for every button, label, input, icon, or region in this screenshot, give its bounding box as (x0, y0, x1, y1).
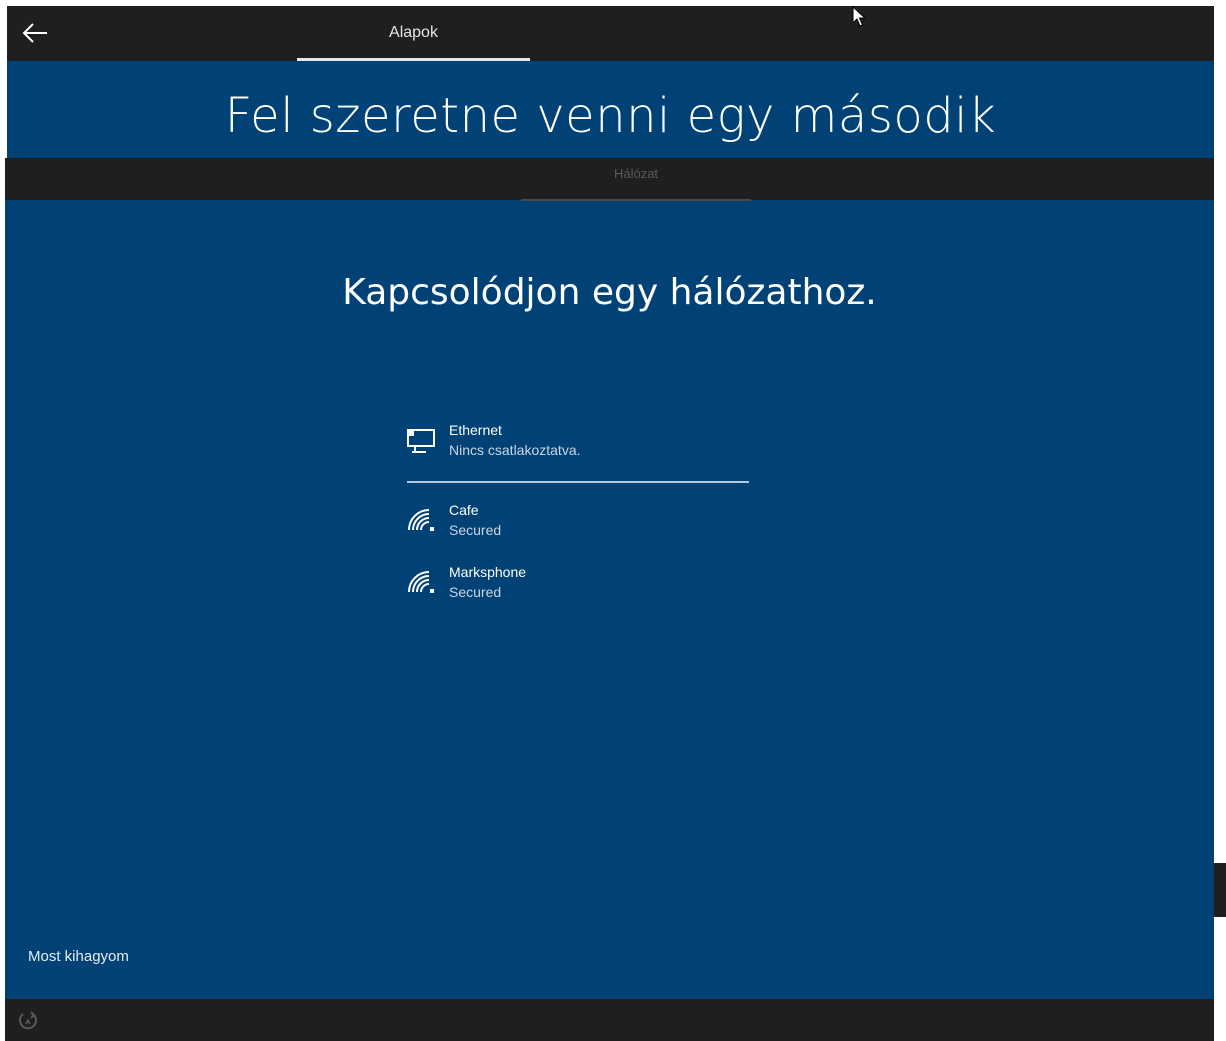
wifi-icon (408, 509, 434, 531)
tab-alapok-underline (297, 58, 530, 61)
back-arrow-icon[interactable] (21, 19, 49, 47)
network-status: Secured (449, 522, 502, 538)
network-divider (407, 481, 749, 483)
network-name: Cafe (449, 502, 479, 518)
network-name: Marksphone (449, 564, 527, 580)
network-setup-window: Hálózat Kapcsolódjon egy hálózathoz. Eth… (5, 158, 1214, 1041)
mouse-pointer-icon (852, 6, 866, 27)
tab-halozat[interactable]: Hálózat (521, 158, 751, 200)
ethernet-icon (407, 429, 435, 453)
bottom-bar (5, 999, 1214, 1041)
page-title: Kapcsolódjon egy hálózathoz. (342, 272, 877, 313)
network-item-ethernet[interactable]: Ethernet Nincs csatlakoztatva. (405, 420, 750, 468)
top-bar: Hálózat (5, 158, 1214, 201)
network-status: Nincs csatlakoztatva. (449, 442, 581, 458)
background-edge-strip (1214, 863, 1226, 917)
network-item-cafe[interactable]: Cafe Secured (405, 500, 750, 548)
tab-halozat-underline (521, 199, 751, 201)
network-name: Ethernet (449, 422, 502, 438)
wifi-icon (408, 571, 434, 593)
tab-alapok[interactable]: Alapok (297, 6, 530, 61)
background-page-title: Fel szeretne venni egy második (224, 88, 997, 144)
accessibility-icon[interactable] (17, 1009, 39, 1031)
background-top-bar: Alapok (7, 6, 1214, 61)
skip-button[interactable]: Most kihagyom (28, 948, 129, 965)
network-item-marksphone[interactable]: Marksphone Secured (405, 562, 750, 610)
network-status: Secured (449, 584, 502, 600)
